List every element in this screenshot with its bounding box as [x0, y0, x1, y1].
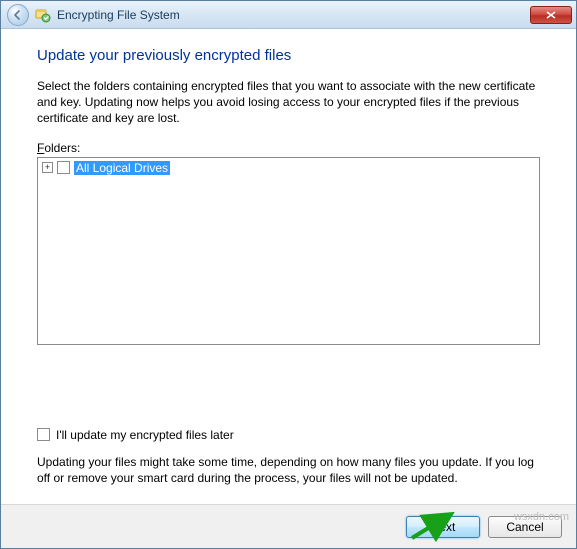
dialog-footer: Next Cancel [1, 504, 576, 548]
content-area: Update your previously encrypted files S… [1, 29, 576, 504]
next-button[interactable]: Next [406, 516, 480, 538]
back-arrow-icon [12, 9, 24, 21]
page-heading: Update your previously encrypted files [37, 47, 540, 64]
watermark: wsxdn.com [514, 511, 569, 523]
dialog-window: Encrypting File System Update your previ… [0, 0, 577, 549]
update-note: Updating your files might take some time… [37, 454, 540, 486]
folders-tree[interactable]: + All Logical Drives [37, 157, 540, 345]
page-description: Select the folders containing encrypted … [37, 78, 540, 127]
close-button[interactable] [530, 6, 572, 24]
update-later-checkbox[interactable] [37, 428, 50, 441]
window-title: Encrypting File System [57, 8, 530, 22]
close-icon [546, 11, 556, 19]
folders-label: Folders: [37, 141, 540, 155]
update-later-label: I'll update my encrypted files later [56, 428, 234, 442]
update-later-row: I'll update my encrypted files later [37, 428, 540, 442]
expand-icon[interactable]: + [42, 162, 53, 173]
tree-item-root[interactable]: + All Logical Drives [42, 160, 535, 176]
back-button[interactable] [7, 4, 29, 26]
tree-item-label: All Logical Drives [74, 161, 170, 175]
tree-checkbox[interactable] [57, 161, 70, 174]
efs-icon [35, 7, 51, 23]
titlebar: Encrypting File System [1, 1, 576, 29]
